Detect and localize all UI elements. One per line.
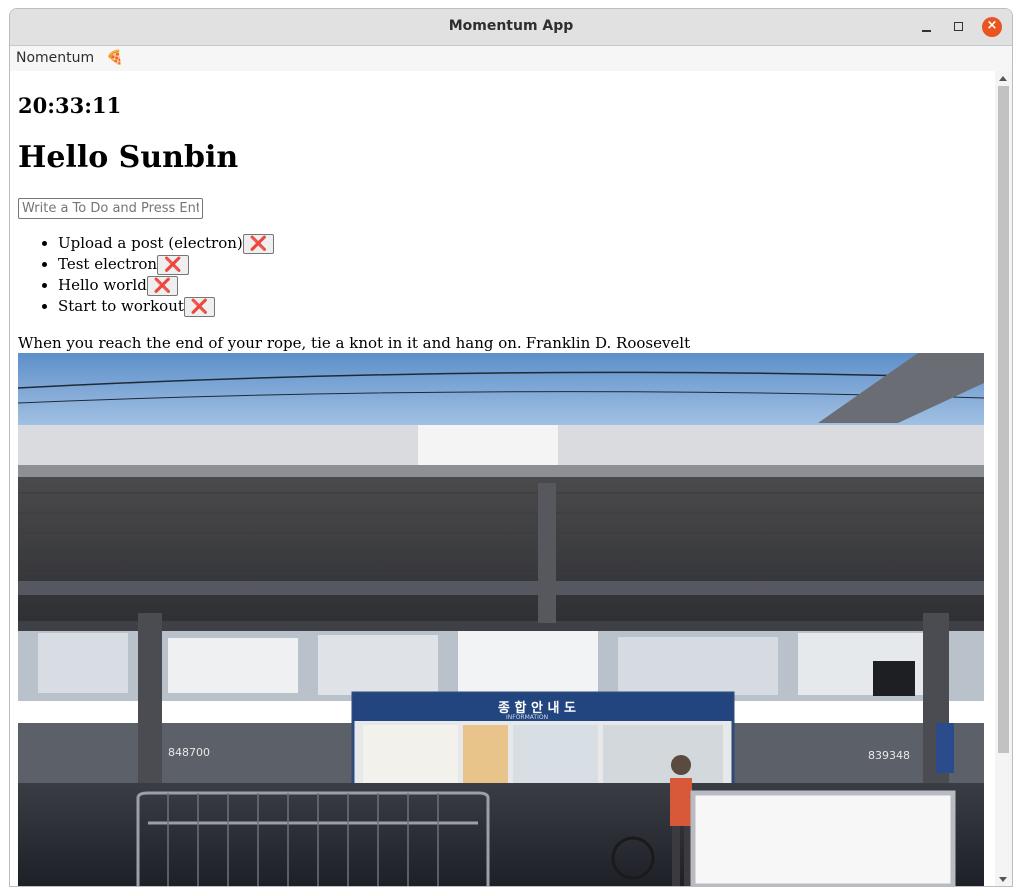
window-title: Momentum App	[448, 18, 574, 34]
background-photo: 848700 839348 종 합 안 내 도 INFORMATION	[18, 353, 984, 886]
menu-nomentum[interactable]: Nomentum	[16, 50, 94, 66]
todo-item: Hello world❌	[58, 275, 274, 296]
delete-todo-button[interactable]: ❌	[242, 234, 275, 254]
scroll-thumb[interactable]	[998, 86, 1009, 753]
greeting: Hello Sunbin	[18, 140, 239, 175]
scroll-up-arrow-icon[interactable]	[999, 76, 1007, 81]
quote-text: When you reach the end of your rope, tie…	[18, 334, 522, 352]
menu-bar: Nomentum 🍕	[10, 46, 1012, 71]
page-content: 20:33:11 Hello Sunbin Upload a post (ele…	[10, 71, 995, 886]
delete-todo-button[interactable]: ❌	[183, 297, 216, 317]
todo-text: Test electron	[58, 255, 158, 273]
delete-todo-button[interactable]: ❌	[157, 255, 189, 275]
minimize-icon[interactable]	[916, 17, 936, 37]
quote-author: Franklin D. Roosevelt	[525, 334, 691, 352]
todo-text: Upload a post (electron)	[58, 234, 243, 252]
vertical-scrollbar[interactable]	[995, 71, 1012, 886]
delete-todo-button[interactable]: ❌	[146, 276, 179, 296]
tanker-number-right: 839348	[868, 749, 910, 762]
info-board-subtitle: INFORMATION	[506, 714, 548, 721]
todo-text: Hello world	[58, 276, 147, 294]
todo-list: Upload a post (electron)❌ Test electron❌…	[18, 233, 275, 317]
close-icon[interactable]: ×	[982, 17, 1002, 37]
todo-item: Upload a post (electron)❌	[58, 233, 275, 254]
todo-input[interactable]	[18, 198, 203, 219]
menu-pizza-icon[interactable]: 🍕	[106, 50, 123, 66]
scroll-down-arrow-icon[interactable]	[999, 877, 1007, 882]
title-bar: Momentum App ×	[10, 9, 1012, 46]
app-window: Momentum App × Nomentum 🍕 20:33:11 Hello…	[9, 8, 1013, 887]
todo-item: Test electron❌	[58, 254, 274, 275]
clock: 20:33:11	[18, 93, 122, 118]
maximize-icon[interactable]	[948, 17, 968, 37]
todo-text: Start to workout	[58, 297, 184, 315]
todo-item: Start to workout❌	[58, 296, 274, 317]
quote: When you reach the end of your rope, tie…	[18, 334, 690, 352]
tanker-number-left: 848700	[168, 746, 210, 759]
